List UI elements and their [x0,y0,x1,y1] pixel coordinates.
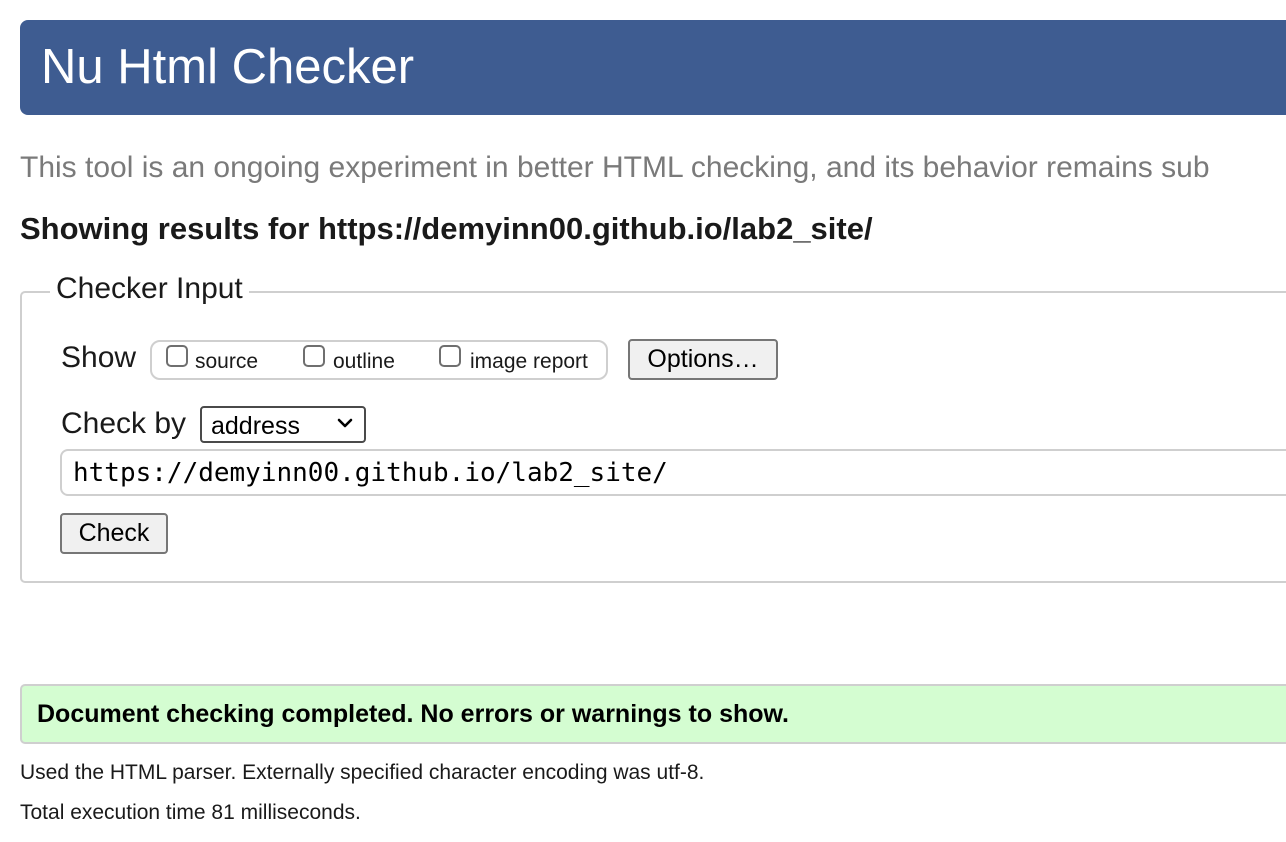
intro-text: This tool is an ongoing experiment in be… [20,151,1210,184]
page: Nu Html Checker This tool is an ongoing … [0,0,1286,842]
check-by-selected-value: address [211,412,300,440]
check-button[interactable]: Check [60,513,168,554]
show-options-group: source outline image report [150,340,608,380]
source-checkbox-label[interactable]: source [195,348,258,376]
check-by-label: Check by [61,407,187,440]
image-report-checkbox[interactable] [439,345,461,367]
header-banner: Nu Html Checker [20,20,1286,115]
image-report-checkbox-label[interactable]: image report [470,348,588,376]
checker-input-legend: Checker Input [50,270,249,308]
parser-info: Used the HTML parser. Externally specifi… [20,761,705,784]
url-input[interactable]: https://demyinn00.github.io/lab2_site/ [60,449,1286,496]
success-message-box: Document checking completed. No errors o… [20,684,1286,744]
execution-time-info: Total execution time 81 milliseconds. [20,801,361,824]
check-by-select[interactable]: address [200,406,366,443]
options-button[interactable]: Options… [628,339,778,380]
page-title: Nu Html Checker [41,40,415,94]
show-label: Show [61,341,137,374]
chevron-down-icon [337,418,353,428]
outline-checkbox-label[interactable]: outline [333,348,395,376]
success-message: Document checking completed. No errors o… [37,700,789,728]
source-checkbox[interactable] [166,345,188,367]
outline-checkbox[interactable] [303,345,325,367]
url-input-value: https://demyinn00.github.io/lab2_site/ [73,458,668,488]
results-heading: Showing results for https://demyinn00.gi… [20,211,873,246]
